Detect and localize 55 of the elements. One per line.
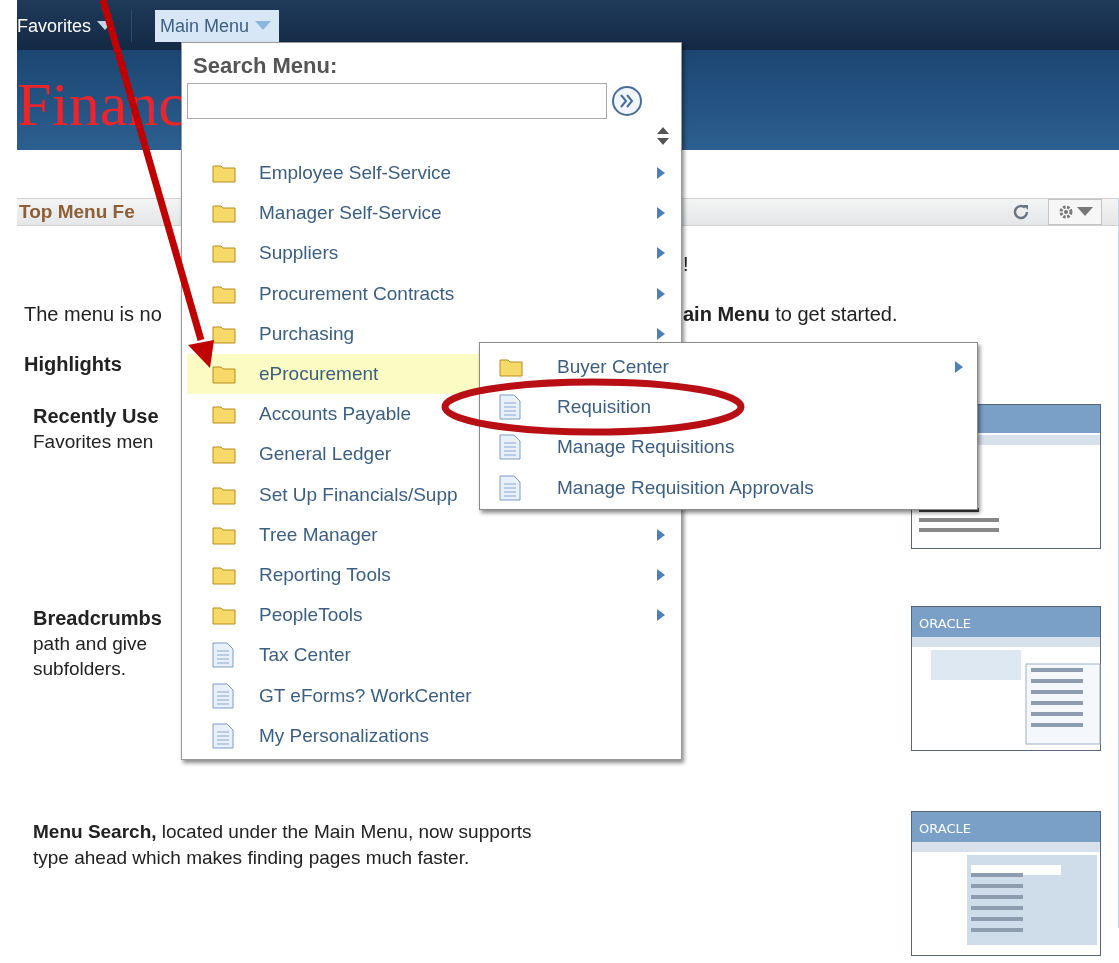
welcome-text: ! bbox=[683, 252, 689, 276]
sort-icon[interactable] bbox=[657, 127, 669, 145]
intro-text: The menu is no bbox=[23, 302, 163, 326]
menu-item[interactable]: My Personalizations bbox=[187, 715, 679, 756]
portlet-title: Top Menu Fe bbox=[19, 201, 135, 223]
screenshot-thumbnail: ORACLE bbox=[911, 811, 1101, 956]
refresh-icon[interactable] bbox=[1012, 203, 1030, 221]
document-icon bbox=[212, 682, 234, 709]
folder-icon bbox=[212, 163, 236, 184]
caret-icon bbox=[255, 21, 272, 31]
section-title: Breadcrumbs bbox=[33, 606, 162, 631]
section-text: subfolders. bbox=[33, 657, 127, 681]
section-text: Favorites men bbox=[33, 430, 155, 454]
settings-icon bbox=[1057, 204, 1074, 220]
folder-icon bbox=[212, 203, 236, 224]
screenshot-thumbnail: ORACLE bbox=[911, 606, 1101, 751]
folder-icon bbox=[212, 404, 236, 425]
folder-icon bbox=[212, 564, 236, 585]
document-icon bbox=[499, 474, 521, 501]
document-icon bbox=[212, 642, 234, 669]
folder-icon bbox=[212, 484, 236, 505]
menu-item[interactable]: Suppliers bbox=[187, 233, 679, 274]
menu-item[interactable]: Manager Self-Service bbox=[187, 193, 679, 234]
menu-item[interactable]: Reporting Tools bbox=[187, 554, 679, 596]
search-field[interactable] bbox=[187, 83, 607, 119]
intro-text: ain Menu to get started. bbox=[683, 302, 898, 326]
menu-item[interactable]: GT eForms? WorkCenter bbox=[187, 675, 679, 716]
menu-item[interactable]: Tax Center bbox=[187, 635, 679, 676]
folder-icon bbox=[212, 444, 236, 465]
folder-icon bbox=[499, 357, 523, 378]
nav-menu-tab[interactable]: Favorites bbox=[17, 10, 133, 42]
menu-item[interactable]: Tree Manager bbox=[187, 514, 679, 555]
menu-item[interactable]: Employee Self-Service bbox=[187, 153, 679, 194]
folder-icon bbox=[212, 524, 236, 545]
document-icon bbox=[499, 394, 521, 421]
document-icon bbox=[212, 722, 234, 749]
folder-icon bbox=[212, 364, 236, 385]
menu-item[interactable]: PeopleTools bbox=[187, 595, 679, 636]
folder-icon bbox=[212, 283, 236, 304]
go-icon[interactable] bbox=[611, 85, 643, 117]
menu-item[interactable]: Manage Requisitions bbox=[485, 427, 975, 468]
folder-icon bbox=[212, 605, 236, 626]
section-text: Menu Search, located under the Main Menu, now supports type ahead which makes finding pages much faster. bbox=[33, 820, 533, 870]
settings-button[interactable] bbox=[1048, 199, 1102, 225]
section-title: Recently Use bbox=[33, 404, 159, 429]
folder-icon bbox=[212, 323, 236, 344]
document-icon bbox=[499, 434, 521, 461]
search-label: Search Menu: bbox=[193, 53, 339, 79]
section-text: path and give bbox=[33, 632, 149, 656]
menu-item[interactable]: Manage Requisition Approvals bbox=[485, 467, 975, 508]
highlights-heading: Highlights bbox=[23, 352, 122, 376]
menu-item[interactable]: Procurement Contracts bbox=[187, 273, 679, 314]
nav-menu-tab[interactable]: Main Menu bbox=[155, 10, 280, 42]
caret-icon bbox=[1076, 207, 1093, 217]
folder-icon bbox=[212, 243, 236, 264]
